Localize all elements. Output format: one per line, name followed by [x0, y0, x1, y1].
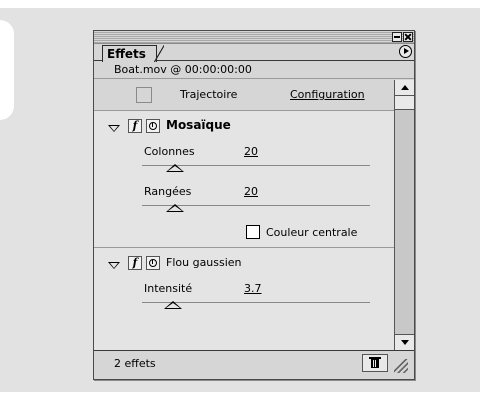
trash-can — [371, 359, 379, 368]
fx-icon[interactable]: f — [128, 119, 142, 133]
effect-mosaique: f Mosaïque Colonnes 20 Rangées 20 Couleu… — [94, 111, 394, 248]
effect-name: Flou gaussien — [166, 256, 242, 269]
param-intensite: Intensité 3.7 — [94, 282, 394, 322]
param-rangees: Rangées 20 — [94, 185, 394, 225]
enable-all-box[interactable] — [136, 87, 152, 103]
checkbox-label: Couleur centrale — [266, 226, 358, 239]
vertical-scrollbar[interactable] — [394, 80, 414, 350]
backdrop-notch — [0, 20, 14, 120]
close-icon[interactable] — [403, 32, 413, 42]
palette-titlebar[interactable] — [94, 31, 414, 44]
triangle-down-icon[interactable] — [108, 262, 120, 269]
effect-name: Mosaïque — [166, 118, 231, 132]
fx-icon[interactable]: f — [128, 256, 142, 270]
slider-thumb[interactable] — [166, 164, 184, 172]
trajectory-label: Trajectoire — [180, 88, 238, 101]
slider-thumb[interactable] — [166, 204, 184, 212]
param-colonnes: Colonnes 20 — [94, 145, 394, 185]
stopwatch-icon[interactable] — [146, 256, 160, 270]
stopwatch-icon[interactable] — [146, 119, 160, 133]
param-label: Rangées — [144, 185, 192, 198]
resize-grip[interactable] — [394, 359, 408, 373]
tab-effets[interactable]: Effets — [102, 45, 164, 62]
configuration-link[interactable]: Configuration — [290, 88, 365, 101]
tab-row: Effets — [94, 44, 414, 62]
effects-count: 2 effets — [114, 357, 156, 370]
couleur-centrale-checkbox[interactable] — [246, 225, 260, 239]
effects-palette: Effets Boat.mov @ 00:00:00:00 Trajectoir… — [93, 30, 415, 380]
palette-menu-icon[interactable] — [399, 45, 412, 58]
effect-flou-gaussien: f Flou gaussien Intensité 3.7 — [94, 248, 394, 350]
status-bar: 2 effets — [94, 350, 414, 379]
scroll-thumb[interactable] — [395, 96, 414, 110]
scroll-up-icon[interactable] — [395, 80, 414, 96]
trash-icon[interactable] — [362, 354, 388, 372]
effects-header-row: Trajectoire Configuration — [94, 80, 394, 111]
param-value[interactable]: 20 — [244, 145, 258, 158]
scroll-down-icon[interactable] — [395, 334, 414, 350]
param-label: Intensité — [144, 282, 193, 295]
clip-info: Boat.mov @ 00:00:00:00 — [94, 61, 414, 79]
triangle-down-icon[interactable] — [108, 125, 120, 132]
minimize-icon[interactable] — [392, 32, 402, 42]
slider-thumb[interactable] — [164, 301, 182, 309]
effects-list: Trajectoire Configuration f Mosaïque Col… — [94, 80, 394, 350]
param-value[interactable]: 3.7 — [244, 282, 262, 295]
param-value[interactable]: 20 — [244, 185, 258, 198]
param-label: Colonnes — [144, 145, 195, 158]
